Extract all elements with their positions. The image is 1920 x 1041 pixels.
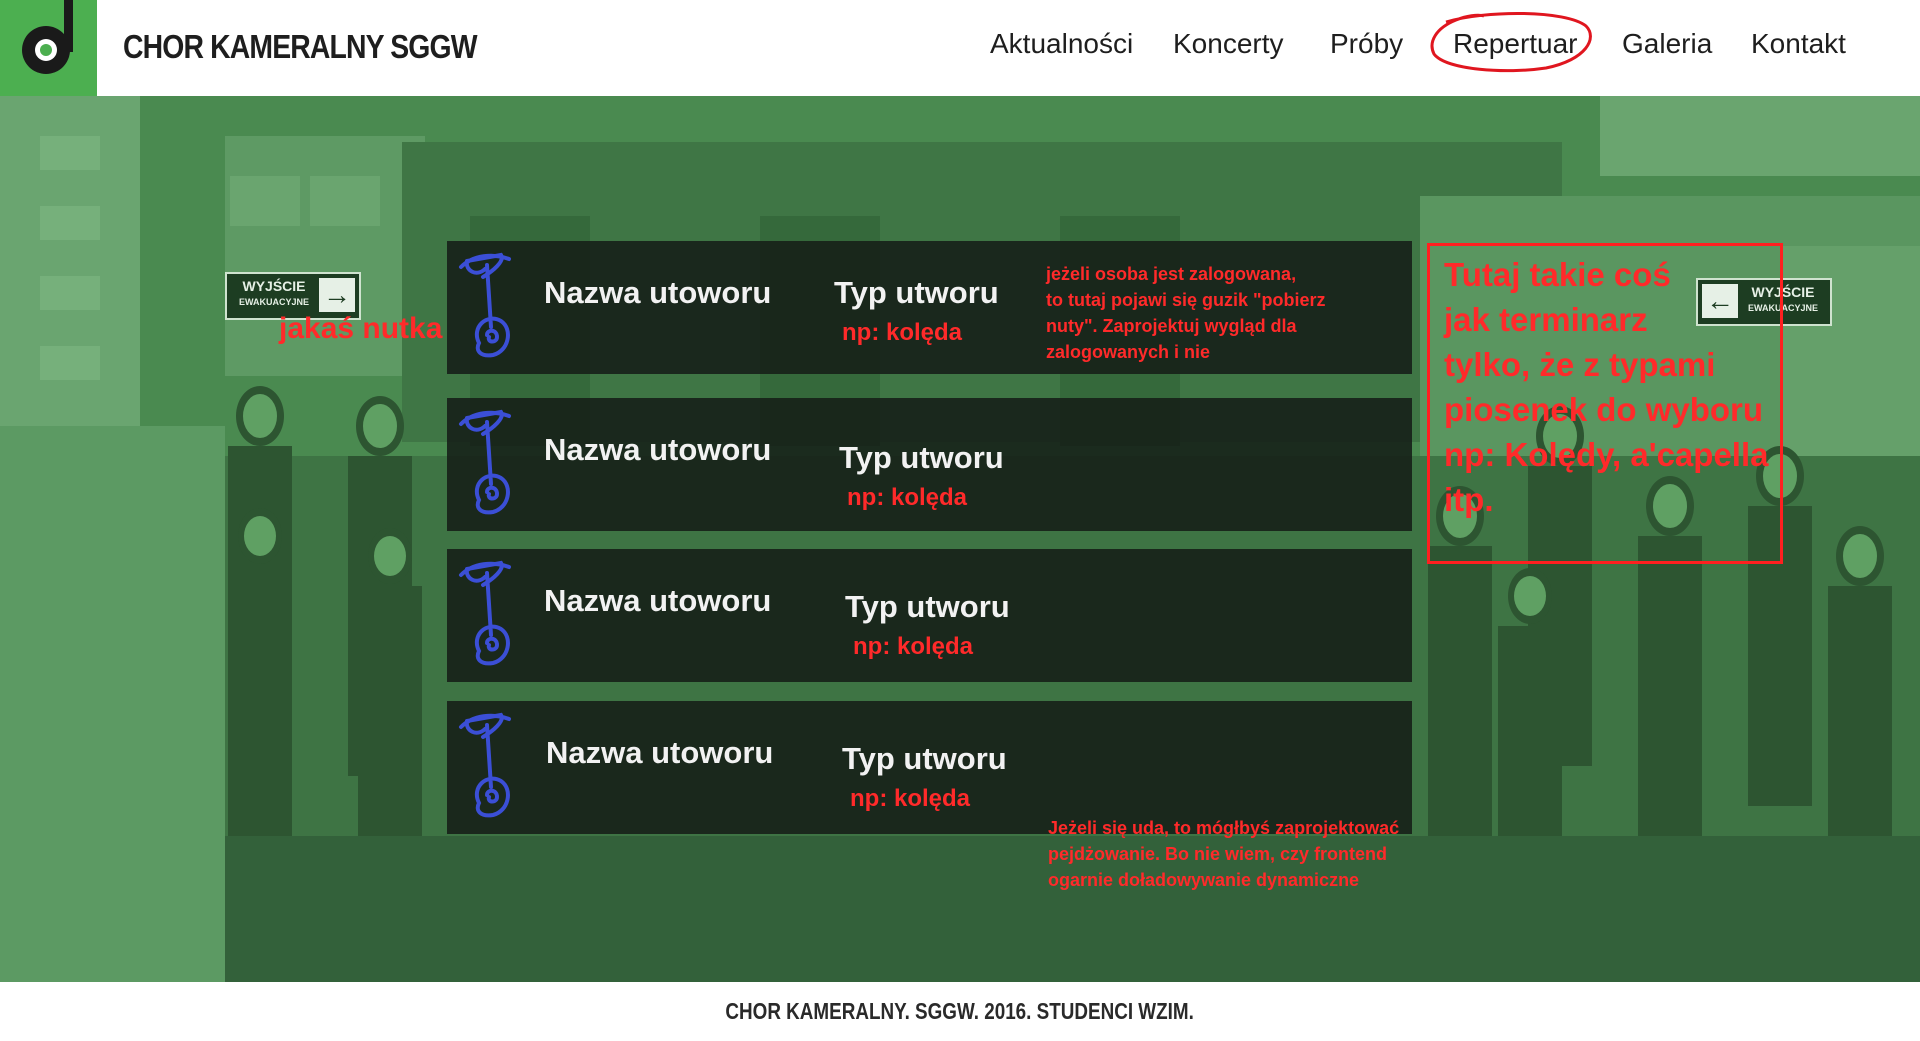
nav-item-repertuar[interactable]: Repertuar bbox=[1453, 28, 1578, 60]
song-name: Nazwa utoworu bbox=[544, 432, 772, 467]
song-row[interactable]: Nazwa utoworu Typ utworu np: kolęda bbox=[447, 549, 1412, 682]
song-name: Nazwa utoworu bbox=[544, 275, 772, 310]
music-note-icon bbox=[459, 560, 511, 666]
song-type-example: np: kolęda bbox=[853, 633, 974, 660]
exit-sign-left-line2: EWAKUACYJNE bbox=[238, 297, 309, 307]
song-name: Nazwa utoworu bbox=[546, 735, 774, 770]
nav-item-kontakt[interactable]: Kontakt bbox=[1751, 28, 1846, 60]
pagination-annotation: Jeżeli się uda, to mógłbyś zaprojektować… bbox=[1048, 818, 1400, 890]
hero-background: WYJŚCIE EWAKUACYJNE → ← WYJŚCIE EWAKUACY… bbox=[0, 96, 1920, 982]
login-annotation: jeżeli osoba jest zalogowana, to tutaj p… bbox=[1046, 264, 1326, 362]
song-type-example: np: kolęda bbox=[847, 484, 968, 511]
site-header: CHOR KAMERALNY SGGW Aktualności Koncerty… bbox=[0, 0, 1920, 96]
music-note-icon bbox=[459, 409, 511, 515]
song-type: Typ utworu bbox=[839, 440, 1004, 475]
footer-text: CHOR KAMERALNY. SGGW. 2016. STUDENCI WZI… bbox=[725, 998, 1195, 1024]
song-type: Typ utworu bbox=[842, 741, 1007, 776]
music-note-icon bbox=[459, 712, 511, 818]
nav-item-proby[interactable]: Próby bbox=[1330, 28, 1403, 60]
music-note-icon bbox=[459, 252, 511, 358]
song-type: Typ utworu bbox=[845, 589, 1010, 624]
song-row[interactable]: Nazwa utoworu Typ utworu np: kolęda jeże… bbox=[447, 241, 1412, 374]
song-type-example: np: kolęda bbox=[842, 319, 963, 346]
song-name: Nazwa utoworu bbox=[544, 583, 772, 618]
nav-item-galeria[interactable]: Galeria bbox=[1622, 28, 1712, 60]
song-type-filter-placeholder: Tutaj takie coś jak terminarz tylko, że … bbox=[1427, 243, 1783, 564]
arrow-right-icon: → bbox=[319, 278, 355, 312]
song-type: Typ utworu bbox=[834, 275, 999, 310]
nav-item-aktualnosci[interactable]: Aktualności bbox=[990, 28, 1133, 60]
sidebar-annotation: Tutaj takie coś jak terminarz tylko, że … bbox=[1444, 256, 1769, 518]
main-nav: Aktualności Koncerty Próby Repertuar Gal… bbox=[0, 28, 1920, 68]
exit-sign-left-line1: WYJŚCIE bbox=[242, 278, 306, 294]
song-type-example: np: kolęda bbox=[850, 785, 971, 812]
site-footer: CHOR KAMERALNY. SGGW. 2016. STUDENCI WZI… bbox=[0, 982, 1920, 1041]
note-icon-annotation: jakaś nutka bbox=[279, 312, 443, 345]
song-row[interactable]: Nazwa utoworu Typ utworu np: kolęda bbox=[447, 398, 1412, 531]
nav-item-koncerty[interactable]: Koncerty bbox=[1173, 28, 1284, 60]
